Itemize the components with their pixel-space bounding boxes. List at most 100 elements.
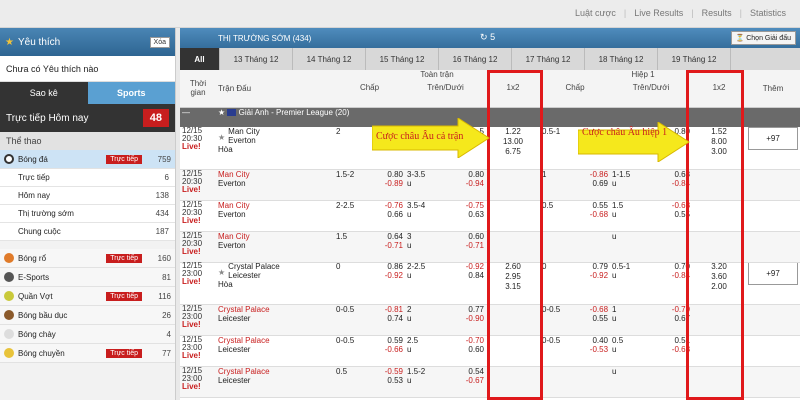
sport-name: Bóng bầu dục — [18, 310, 68, 320]
under-label: u — [612, 366, 617, 376]
refresh-button[interactable]: ↻ 5 — [480, 32, 495, 43]
odds-cell[interactable]: -0.92 — [584, 271, 608, 280]
sidebar-item-sport[interactable]: Bóng chày 4 — [0, 325, 175, 344]
odds-cell[interactable]: 0.80 — [453, 170, 484, 179]
clear-favorites-button[interactable]: Xóa — [149, 36, 170, 48]
tab-date[interactable]: 13 Tháng 12 — [220, 48, 293, 70]
odds-cell[interactable]: -0.71 — [453, 241, 484, 250]
refresh-icon: ↻ — [480, 32, 488, 42]
away-team[interactable]: Everton — [218, 179, 332, 188]
home-team[interactable]: Crystal Palace — [218, 336, 332, 345]
odds-cell[interactable]: -0.94 — [453, 179, 484, 188]
live-badge[interactable]: Trực tiếp — [106, 253, 142, 263]
odds-cell[interactable]: 0.53 — [380, 376, 403, 385]
collapse-icon[interactable]: — — [182, 108, 190, 117]
sidebar-item-sport[interactable]: Bóng rổ Trực tiếp 160 — [0, 249, 175, 268]
more-markets-button[interactable]: +97 — [748, 127, 799, 150]
odds-cell[interactable]: 0.59 — [380, 336, 403, 345]
home-team[interactable]: Crystal Palace — [218, 305, 332, 314]
odds-cell[interactable]: -0.53 — [584, 345, 608, 354]
odds-cell[interactable]: -0.92 — [380, 271, 403, 280]
home-team[interactable]: Man City — [218, 127, 332, 136]
odds-cell[interactable]: 0.60 — [453, 232, 484, 241]
home-team[interactable]: Man City — [218, 201, 332, 210]
tab-sports[interactable]: Sports — [87, 82, 175, 104]
sidebar-subitem[interactable]: Chung cuộc 187 — [0, 223, 175, 241]
tab-statement[interactable]: Sao kê — [0, 82, 88, 104]
nav-statistics-link[interactable]: Statistics — [742, 8, 794, 18]
odds-cell[interactable]: -0.76 — [380, 201, 403, 210]
sidebar-subitem[interactable]: Hôm nay 138 — [0, 187, 175, 205]
odds-cell[interactable]: -0.71 — [380, 241, 403, 250]
away-team[interactable]: Everton — [218, 241, 332, 250]
sidebar-item-soccer[interactable]: Bóng đá Trực tiếp 759 — [0, 150, 175, 169]
sport-name: Bóng đá — [18, 154, 48, 164]
away-team[interactable]: Leicester — [218, 376, 332, 385]
sidebar-item-sport[interactable]: Bóng chuyền Trực tiếp 77 — [0, 344, 175, 363]
live-badge[interactable]: Trực tiếp — [106, 348, 142, 358]
odds-cell[interactable]: 0.55 — [584, 314, 608, 323]
home-team[interactable]: Crystal Palace — [218, 262, 332, 271]
away-team[interactable]: Everton — [218, 136, 332, 145]
away-team[interactable]: Leicester — [218, 314, 332, 323]
sidebar-item-sport[interactable]: Quần Vợt Trực tiếp 116 — [0, 287, 175, 306]
odds-cell[interactable]: -0.68 — [584, 210, 608, 219]
sidebar-subitem[interactable]: Thị trường sớm 434 — [0, 205, 175, 223]
odds-cell[interactable]: 0.79 — [584, 262, 608, 271]
away-team[interactable]: Everton — [218, 210, 332, 219]
sidebar-subitem[interactable]: Trực tiếp 6 — [0, 169, 175, 187]
odds-cell[interactable]: -0.86 — [584, 170, 608, 179]
live-badge[interactable]: Trực tiếp — [106, 154, 142, 164]
tab-date[interactable]: 15 Tháng 12 — [366, 48, 439, 70]
odds-cell[interactable]: -0.90 — [453, 314, 484, 323]
odds-cell[interactable]: 0.40 — [584, 336, 608, 345]
odds-cell[interactable]: 0.77 — [453, 305, 484, 314]
odds-cell[interactable]: -0.81 — [380, 305, 403, 314]
sidebar-item-sport[interactable]: E-Sports 81 — [0, 268, 175, 287]
away-team[interactable]: Leicester — [218, 271, 332, 280]
away-team[interactable]: Leicester — [218, 345, 332, 354]
odds-cell[interactable]: 0.63 — [453, 210, 484, 219]
nav-results-link[interactable]: Results — [694, 8, 740, 18]
odds-cell[interactable]: 0.64 — [380, 232, 403, 241]
nav-live-results-link[interactable]: Live Results — [626, 8, 691, 18]
tab-date[interactable]: 18 Tháng 12 — [585, 48, 658, 70]
nav-rules-link[interactable]: Luật cược — [567, 8, 624, 18]
odds-cell[interactable]: 0.55 — [584, 201, 608, 210]
odds-cell[interactable]: -0.66 — [380, 345, 403, 354]
live-badge[interactable]: Trực tiếp — [106, 291, 142, 301]
odds-cell[interactable]: 0.86 — [380, 262, 403, 271]
star-icon[interactable]: ★ — [218, 268, 225, 277]
odds-cell[interactable]: 0.60 — [453, 345, 484, 354]
tab-date[interactable]: 19 Tháng 12 — [658, 48, 731, 70]
tab-all[interactable]: All — [180, 48, 220, 70]
tab-date[interactable]: 14 Tháng 12 — [293, 48, 366, 70]
odds-cell[interactable]: 0.54 — [453, 367, 484, 376]
tab-date[interactable]: 16 Tháng 12 — [439, 48, 512, 70]
odds-cell[interactable]: 0.80 — [380, 170, 403, 179]
odds-cell[interactable]: -0.92 — [453, 262, 484, 271]
tab-date[interactable]: 17 Tháng 12 — [512, 48, 585, 70]
odds-cell[interactable]: 0.74 — [380, 314, 403, 323]
star-icon[interactable]: ★ — [218, 108, 225, 117]
odds-cell[interactable]: -0.89 — [380, 179, 403, 188]
live-today-label: Trực tiếp Hôm nay — [6, 112, 89, 124]
star-icon[interactable]: ★ — [218, 133, 225, 142]
odds-cell[interactable]: -0.67 — [453, 376, 484, 385]
odds-cell[interactable]: -0.70 — [453, 336, 484, 345]
home-team[interactable]: Man City — [218, 232, 332, 241]
home-team[interactable]: Man City — [218, 170, 332, 179]
odds-cell[interactable]: 0.66 — [380, 210, 403, 219]
col-hdp: Chấp — [334, 83, 405, 108]
home-team[interactable]: Crystal Palace — [218, 367, 332, 376]
choose-league-button[interactable]: ⏳ Chọn Giải đấu — [730, 31, 796, 45]
odds-cell[interactable]: 0.69 — [584, 179, 608, 188]
odds-cell[interactable]: -0.68 — [584, 305, 608, 314]
more-markets-button[interactable]: +97 — [748, 262, 799, 285]
odds-cell[interactable]: -0.75 — [453, 201, 484, 210]
odds-cell[interactable]: 0.84 — [453, 271, 484, 280]
ou-line: 2.5 — [407, 335, 419, 345]
sidebar-item-sport[interactable]: Bóng bầu dục 26 — [0, 306, 175, 325]
live-today-button[interactable]: Trực tiếp Hôm nay 48 — [0, 104, 175, 132]
odds-cell[interactable]: -0.59 — [380, 367, 403, 376]
